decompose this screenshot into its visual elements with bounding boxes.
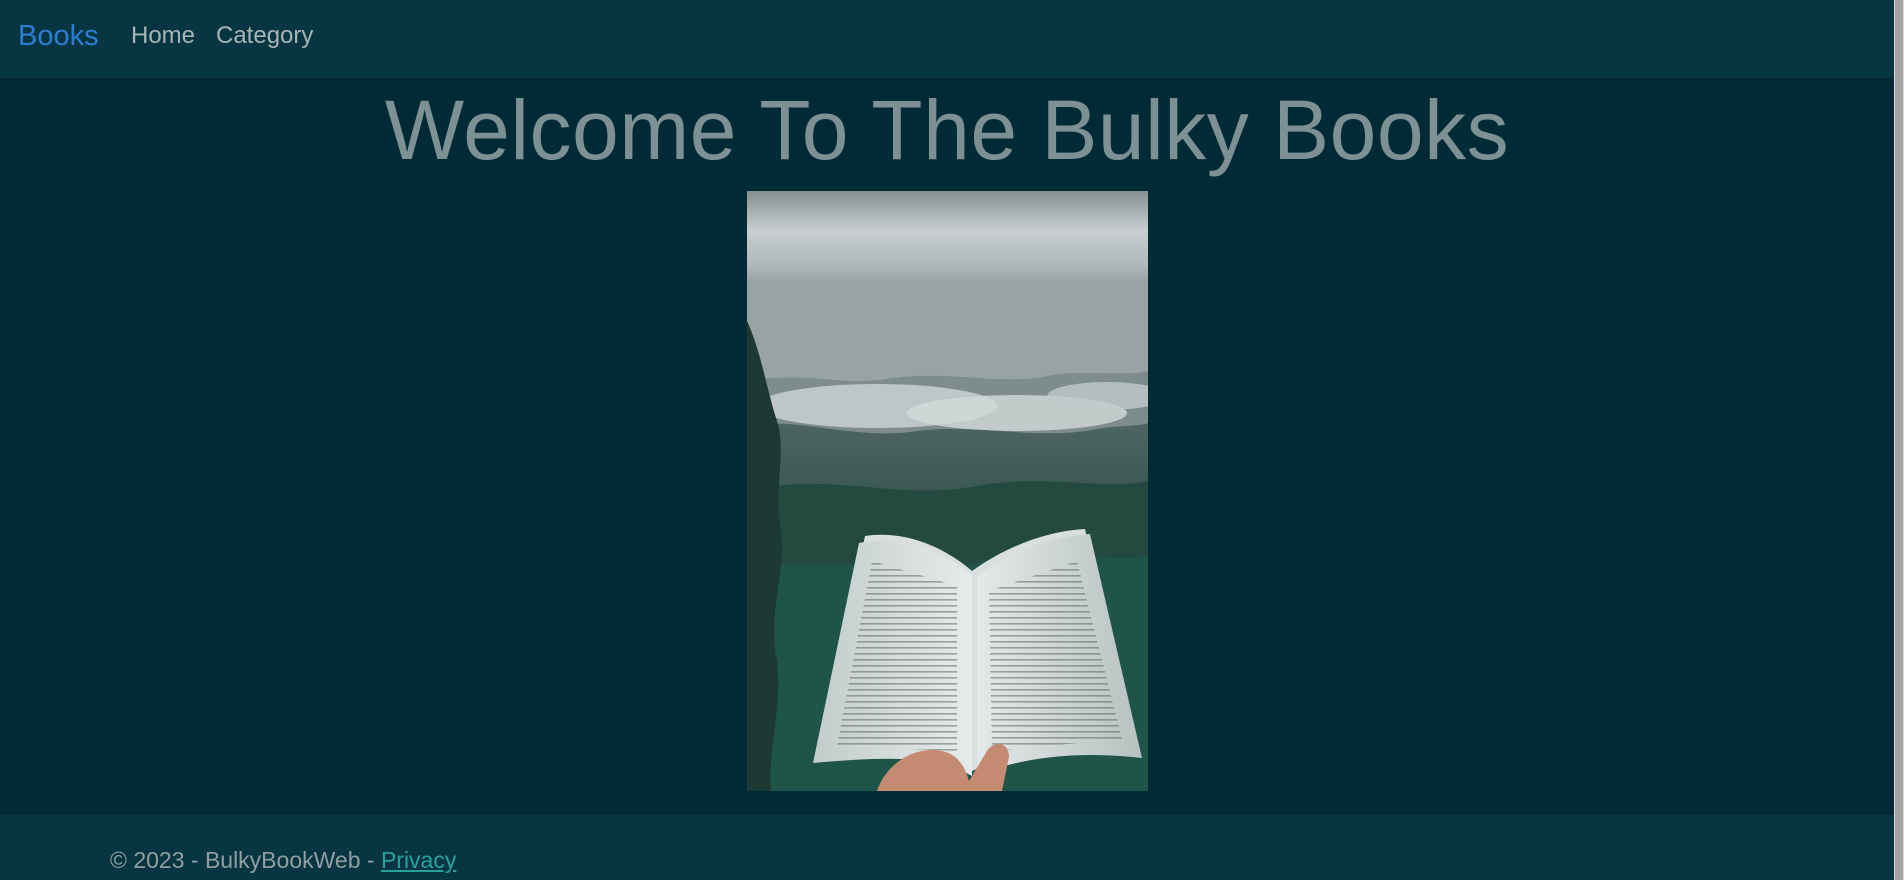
top-navbar: Books Home Category — [0, 0, 1894, 78]
brand-link[interactable]: Books — [18, 18, 99, 54]
hero-image-open-book — [747, 191, 1148, 791]
nav-link-category[interactable]: Category — [216, 20, 313, 52]
page-title: Welcome To The Bulky Books — [384, 83, 1510, 177]
page-footer: © 2023 - BulkyBookWeb - Privacy — [0, 815, 1894, 880]
privacy-link[interactable]: Privacy — [381, 847, 456, 873]
nav-link-home[interactable]: Home — [131, 20, 195, 52]
vertical-scrollbar[interactable] — [1894, 0, 1904, 880]
copyright-text: © 2023 - BulkyBookWeb - — [110, 847, 381, 873]
footer-text: © 2023 - BulkyBookWeb - Privacy — [110, 845, 456, 875]
scrollbar-thumb[interactable] — [1895, 0, 1903, 880]
